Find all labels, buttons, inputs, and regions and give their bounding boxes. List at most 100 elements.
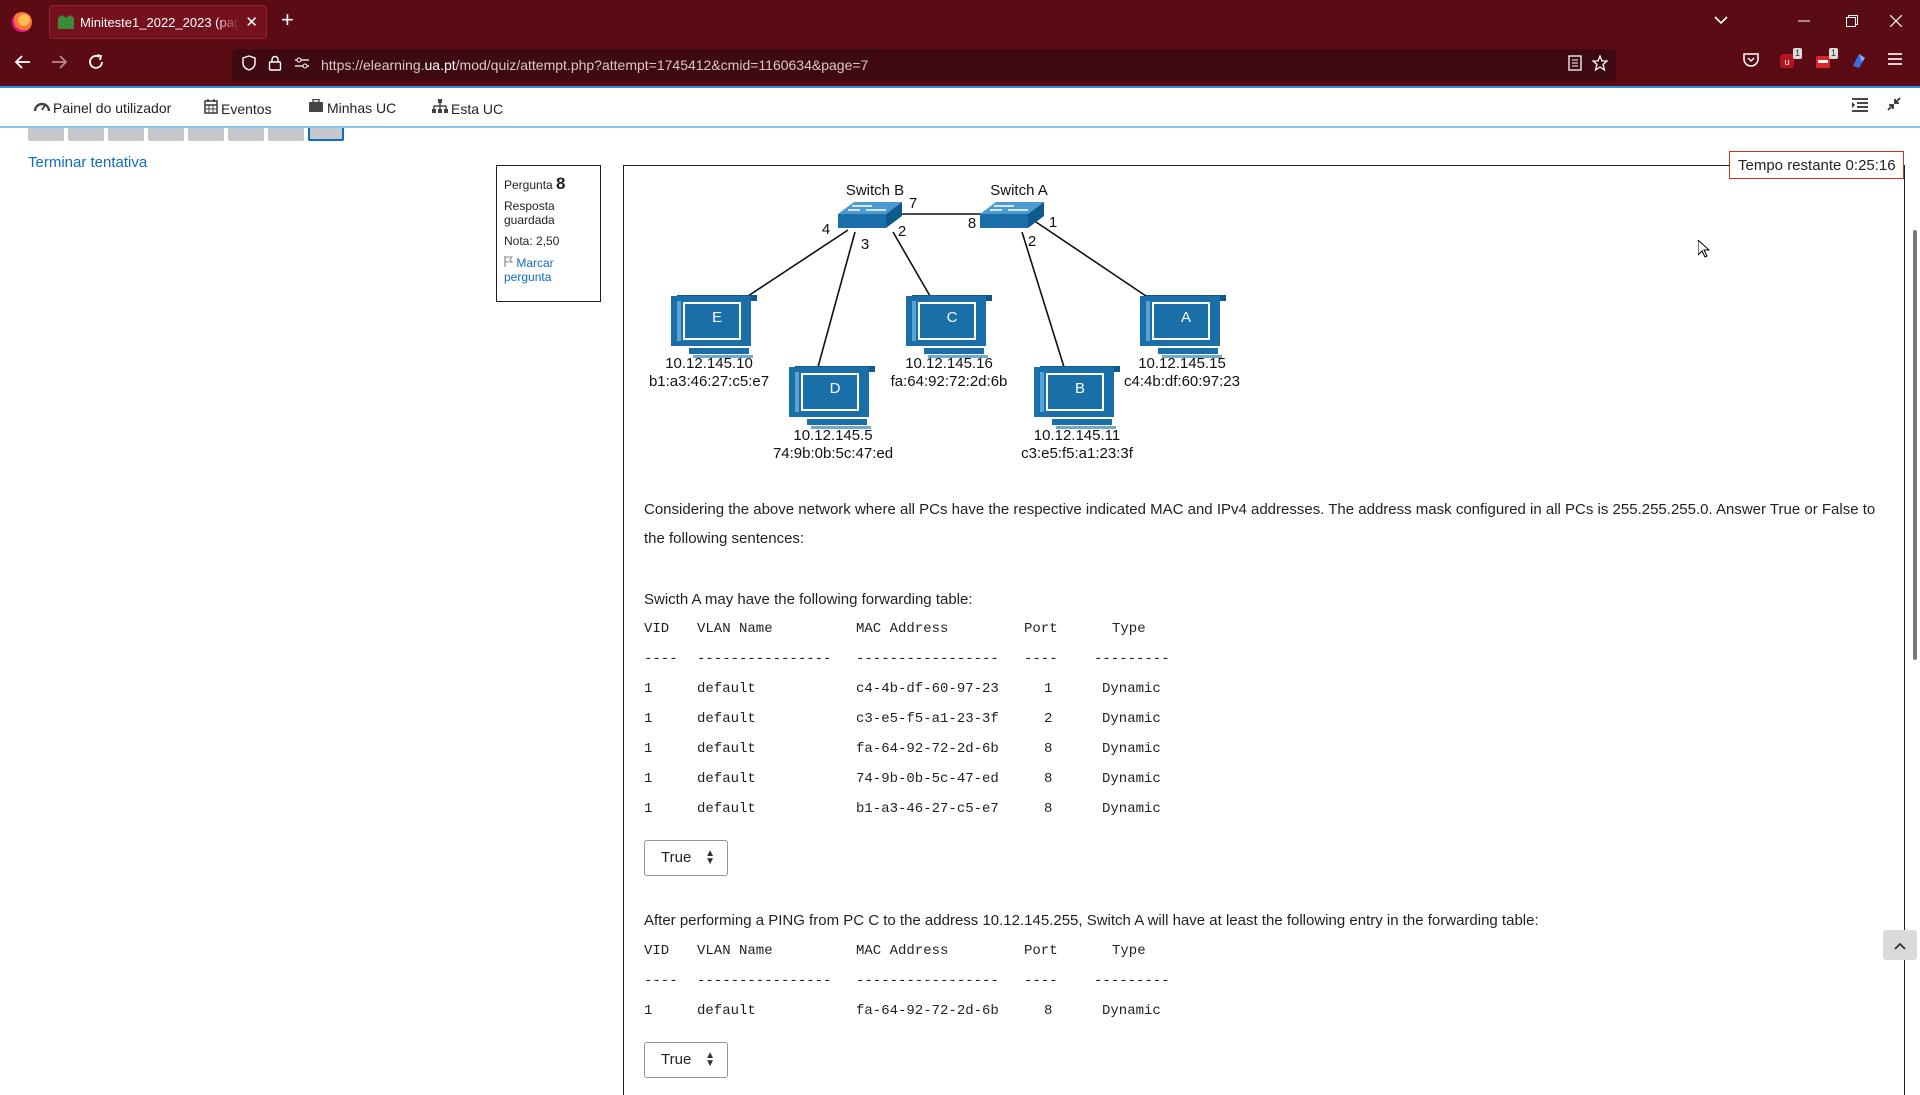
page-scrollbar[interactable]	[1913, 230, 1917, 660]
table-cell: Dynamic	[1102, 801, 1161, 817]
pc-b-label: B	[1075, 380, 1085, 397]
table-cell: fa-64-92-72-2d-6b	[856, 1003, 999, 1019]
pc-e: E 10.12.145.10 b1:a3:46:27:c5:e7	[649, 295, 769, 390]
table-cell: Dynamic	[1102, 1003, 1161, 1019]
pc-a: A 10.12.145.15 c4:4b:df:60:97:23	[1124, 295, 1240, 390]
table-cell: MAC Address	[856, 621, 949, 637]
table-cell: 2	[1044, 711, 1053, 727]
link-switchb-pc-c	[892, 231, 931, 297]
table-cell: c4-4b-df-60-97-23	[856, 681, 999, 697]
table-cell: Dynamic	[1102, 771, 1161, 787]
table-separator-row: ---- ---------------- ----------------- ---…	[644, 973, 1170, 991]
table-cell: -----------------	[856, 651, 999, 667]
switch-b: Switch B 7 4 3 2	[822, 182, 917, 253]
table-cell: Type	[1112, 621, 1146, 637]
pc-c: C 10.12.145.16 fa:64:92:72:2d:6b	[891, 295, 1008, 390]
table-cell: 1	[644, 741, 653, 757]
port-label: 3	[861, 236, 869, 253]
pc-c-label: C	[947, 309, 958, 326]
port-label: 2	[1028, 233, 1036, 250]
table-cell: default	[697, 1003, 756, 1019]
table-row: 1 default c4-4b-df-60-97-23 1 Dynamic	[644, 681, 1164, 699]
table-cell: default	[697, 741, 756, 757]
switch-a: Switch A 8 2 1	[968, 182, 1057, 250]
table-row: 1 default c3-e5-f5-a1-23-3f 2 Dynamic	[644, 711, 1164, 729]
pc-c-mac: fa:64:92:72:2d:6b	[891, 373, 1008, 390]
pc-a-label: A	[1181, 309, 1191, 326]
link-switchb-pc-e	[741, 229, 849, 301]
table-cell: Port	[1024, 621, 1058, 637]
pc-d-ip: 10.12.145.5	[793, 427, 872, 444]
pc-e-mac: b1:a3:46:27:c5:e7	[649, 373, 769, 390]
statement-1-text: Swicth A may have the following forwardi…	[644, 591, 973, 608]
table-cell: 1	[644, 1003, 653, 1019]
switch-b-label: Switch B	[846, 182, 904, 199]
statement-2-text: After performing a PING from PC C to the…	[644, 912, 1539, 929]
table-cell: c3-e5-f5-a1-23-3f	[856, 711, 999, 727]
table-cell: default	[697, 801, 756, 817]
back-to-top-button[interactable]	[1883, 930, 1917, 960]
table-cell: 8	[1044, 1003, 1053, 1019]
answer-select-2[interactable]: True ▲ ▼	[644, 1042, 728, 1078]
table-cell: ----------------	[697, 651, 832, 667]
table-cell: ----	[1024, 973, 1058, 989]
mouse-cursor-icon	[1698, 240, 1710, 258]
table-cell: ---------	[1094, 973, 1170, 989]
table-cell: 1	[644, 711, 653, 727]
pc-e-ip: 10.12.145.10	[665, 355, 753, 372]
pc-b-mac: c3:e5:f5:a1:23:3f	[1021, 445, 1134, 462]
port-label: 8	[968, 215, 976, 232]
answer-select-1[interactable]: True ▲ ▼	[644, 840, 728, 876]
table-cell: 8	[1044, 801, 1053, 817]
table-cell: ---------	[1094, 651, 1170, 667]
port-label: 7	[909, 195, 917, 212]
table-cell: Type	[1112, 943, 1146, 959]
table-cell: default	[697, 771, 756, 787]
switch-a-label: Switch A	[990, 182, 1048, 199]
table-cell: 1	[644, 681, 653, 697]
link-switcha-pc-b	[1021, 231, 1065, 368]
table-cell: 1	[1044, 681, 1053, 697]
table-cell: default	[697, 681, 756, 697]
pc-a-ip: 10.12.145.15	[1138, 355, 1226, 372]
table-cell: Dynamic	[1102, 681, 1161, 697]
table-row: 1 default fa-64-92-72-2d-6b 8 Dynamic	[644, 1003, 1164, 1021]
table-separator-row: ---- ---------------- ----------------- ---…	[644, 651, 1170, 669]
pc-d: D 10.12.145.5 74:9b:0b:5c:47:ed	[773, 366, 893, 462]
pc-e-label: E	[712, 309, 722, 326]
pc-d-mac: 74:9b:0b:5c:47:ed	[773, 445, 893, 462]
table-cell: ----	[644, 973, 678, 989]
table-cell: Port	[1024, 943, 1058, 959]
table-cell: -----------------	[856, 973, 999, 989]
link-switcha-pc-a	[1035, 221, 1147, 297]
question-intro-line: the following sentences:	[644, 530, 805, 547]
port-label: 1	[1049, 214, 1057, 231]
question-intro-line: Considering the above network where all …	[644, 501, 1876, 518]
table-cell: MAC Address	[856, 943, 949, 959]
table-cell: ----------------	[697, 973, 832, 989]
table-cell: 1	[644, 801, 653, 817]
table-cell: VLAN Name	[697, 621, 773, 637]
select-arrows-icon: ▲ ▼	[705, 1050, 715, 1069]
pc-b: B 10.12.145.11 c3:e5:f5:a1:23:3f	[1021, 366, 1134, 462]
table-cell: VID	[644, 943, 670, 959]
pc-b-ip: 10.12.145.11	[1034, 427, 1120, 444]
pc-a-mac: c4:4b:df:60:97:23	[1124, 373, 1240, 390]
table-header-row: VID VLAN Name MAC Address Port Type	[644, 621, 1164, 639]
table-cell: VID	[644, 621, 670, 637]
table-cell: ----	[1024, 651, 1058, 667]
pc-d-label: D	[830, 380, 841, 397]
port-label: 4	[822, 221, 830, 238]
table-cell: 1	[644, 771, 653, 787]
table-row: 1 default b1-a3-46-27-c5-e7 8 Dynamic	[644, 801, 1164, 819]
table-cell: 8	[1044, 771, 1053, 787]
table-cell: Dynamic	[1102, 711, 1161, 727]
answer-select-2-value: True	[661, 1051, 692, 1068]
table-cell: Dynamic	[1102, 741, 1161, 757]
table-cell: default	[697, 711, 756, 727]
table-cell: fa-64-92-72-2d-6b	[856, 741, 999, 757]
port-label: 2	[898, 223, 906, 240]
pc-c-ip: 10.12.145.16	[905, 355, 993, 372]
table-cell: VLAN Name	[697, 943, 773, 959]
table-cell: 74-9b-0b-5c-47-ed	[856, 771, 999, 787]
